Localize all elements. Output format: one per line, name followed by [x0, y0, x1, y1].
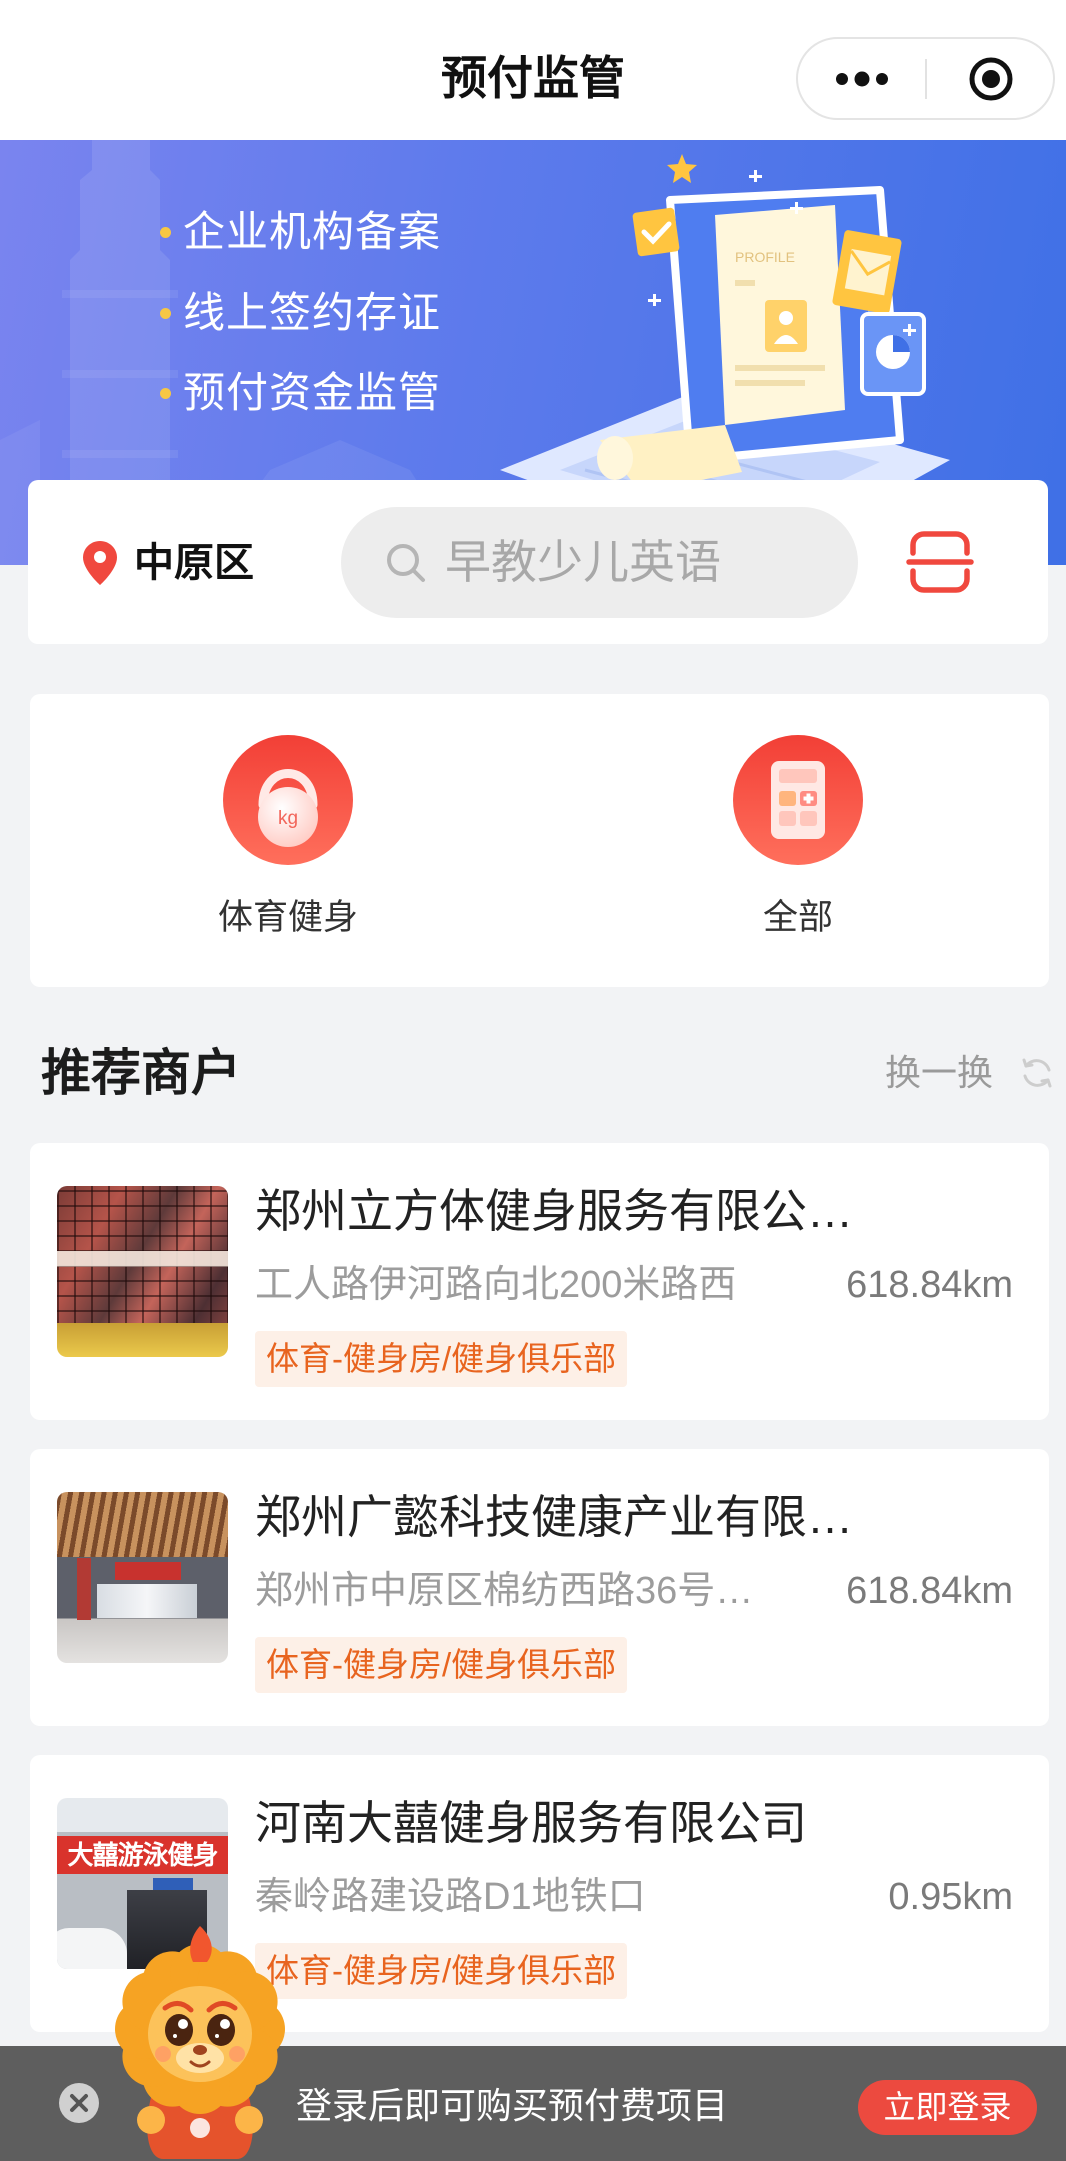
refresh-label: 换一换 — [884, 1052, 993, 1093]
merchant-card[interactable]: 郑州广懿科技健康产业有限… 郑州市中原区棉纺西路36号… 618.84km 体育… — [30, 1449, 1049, 1726]
bullet-text: 线上签约存证 — [183, 289, 442, 336]
merchant-category-tag: 体育-健身房/健身俱乐部 — [255, 1943, 628, 1999]
merchant-category-tag: 体育-健身房/健身俱乐部 — [255, 1331, 628, 1387]
kettlebell-kg-label: kg — [278, 808, 298, 829]
login-button[interactable]: 立即登录 — [858, 2080, 1037, 2135]
photo-sign-text: 大囍游泳健身 — [57, 1836, 228, 1874]
more-dots-icon — [835, 71, 888, 86]
merchant-address: 秦岭路建设路D1地铁口 — [255, 1876, 646, 1918]
refresh-icon — [1022, 1058, 1052, 1088]
banner-bullet: 预付资金监管 — [160, 367, 441, 419]
target-circle-icon — [969, 57, 1012, 100]
search-card: 中原区 — [28, 480, 1048, 644]
mini-program-capsule — [796, 37, 1055, 120]
merchant-distance: 0.95km — [888, 1876, 1013, 1918]
search-icon — [387, 544, 425, 582]
merchant-card[interactable]: 郑州立方体健身服务有限公… 工人路伊河路向北200米路西 618.84km 体育… — [30, 1143, 1049, 1420]
category-label: 体育健身 — [217, 898, 358, 937]
scan-icon[interactable] — [906, 528, 974, 596]
bullet-dot — [160, 307, 171, 319]
lion-mascot-icon — [115, 1926, 285, 2159]
check-badge — [632, 207, 680, 257]
more-button[interactable] — [798, 39, 925, 118]
location-pin-icon — [83, 541, 117, 585]
pie-chart-card — [860, 312, 926, 396]
category-card: kg 体育健身 全部 — [30, 694, 1049, 987]
category-sports-fitness[interactable]: kg 体育健身 — [138, 724, 438, 964]
section-title: 推荐商户 — [41, 1045, 241, 1101]
banner-bullet: 线上签约存证 — [160, 287, 441, 339]
exit-button[interactable] — [927, 39, 1054, 118]
category-all[interactable]: 全部 — [648, 724, 948, 964]
merchant-distance: 618.84km — [846, 1264, 1013, 1306]
star-icon — [667, 154, 697, 183]
kettlebell-icon: kg — [223, 735, 353, 865]
merchant-distance: 618.84km — [846, 1570, 1013, 1612]
merchant-name: 河南大囍健身服务有限公司 — [255, 1797, 807, 1849]
bullet-text: 企业机构备案 — [183, 208, 442, 255]
nav-bar: 预付监管 — [0, 0, 1066, 140]
merchant-photo — [57, 1186, 228, 1357]
bullet-dot — [160, 226, 171, 238]
login-message: 登录后即可购买预付费项目 — [296, 2085, 729, 2126]
calculator-icon — [733, 735, 863, 865]
document-label: PROFILE — [735, 249, 795, 265]
merchant-address: 郑州市中原区棉纺西路36号… — [255, 1570, 754, 1612]
merchant-category-tag: 体育-健身房/健身俱乐部 — [255, 1637, 628, 1693]
location-label: 中原区 — [134, 541, 254, 585]
merchant-photo — [57, 1492, 228, 1663]
category-label: 全部 — [762, 898, 833, 937]
photo-detail — [115, 1562, 181, 1580]
refresh-button[interactable]: 换一换 — [880, 1051, 1056, 1095]
photo-detail — [77, 1558, 91, 1620]
banner-bullet: 企业机构备案 — [160, 206, 441, 258]
location-selector[interactable]: 中原区 — [83, 538, 254, 588]
bullet-text: 预付资金监管 — [183, 369, 442, 416]
bullet-dot — [160, 387, 171, 399]
search-input[interactable] — [445, 534, 838, 590]
photo-detail — [153, 1878, 193, 1890]
photo-detail — [97, 1584, 197, 1618]
merchant-name: 郑州广懿科技健康产业有限… — [255, 1491, 853, 1543]
merchant-name: 郑州立方体健身服务有限公… — [255, 1185, 853, 1237]
close-circle-icon[interactable] — [58, 2082, 100, 2124]
search-bar[interactable] — [341, 507, 858, 618]
merchant-address: 工人路伊河路向北200米路西 — [255, 1264, 737, 1306]
